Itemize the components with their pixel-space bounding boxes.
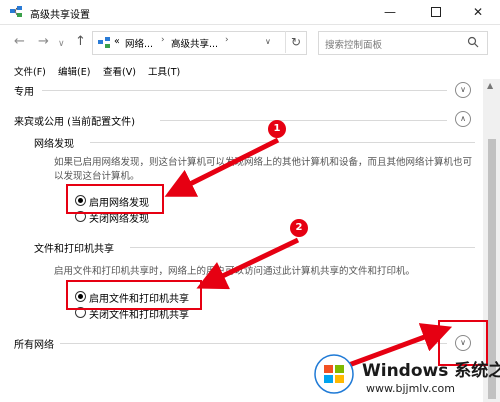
close-button[interactable]: ✕ <box>462 0 494 24</box>
menu-file[interactable]: 文件(F) <box>14 64 46 78</box>
section-private-label[interactable]: 专用 <box>14 83 34 98</box>
network-location-icon <box>98 37 110 48</box>
watermark-brand: Windows 系统之家 <box>362 361 500 381</box>
network-discovery-heading: 网络发现 <box>34 139 74 150</box>
menu-tools[interactable]: 工具(T) <box>148 64 180 78</box>
search-icon <box>467 36 479 48</box>
window-title: 高级共享设置 <box>30 10 90 21</box>
minimize-button[interactable]: — <box>374 0 406 24</box>
divider <box>60 343 447 344</box>
windows-logo-icon <box>314 354 354 394</box>
file-printer-sharing-description: 启用文件和打印机共享时，网络上的用户可以访问通过此计算机共享的文件和打印机。 <box>54 266 416 277</box>
breadcrumb-prefix[interactable]: « <box>114 36 120 47</box>
watermark: Windows 系统之家 www.bjjmlv.com <box>300 350 500 402</box>
highlight-box-network-discovery <box>66 184 164 214</box>
maximize-button[interactable] <box>420 0 452 24</box>
step-badge-2: 2 <box>290 219 308 237</box>
menu-edit[interactable]: 编辑(E) <box>58 64 90 78</box>
maximize-icon <box>431 7 441 17</box>
recent-dropdown-icon[interactable]: ∨ <box>58 36 65 52</box>
title-bar: 高级共享设置 — ✕ <box>0 0 500 25</box>
address-bar[interactable]: « 网络... › 高级共享... › ∨ <box>92 31 307 55</box>
refresh-button[interactable]: ↻ <box>285 31 306 53</box>
up-arrow-icon[interactable]: ↑ <box>75 34 86 50</box>
forward-arrow-icon[interactable]: → <box>38 34 49 50</box>
breadcrumb-separator-icon[interactable]: › <box>225 35 229 45</box>
divider <box>160 120 447 121</box>
back-arrow-icon[interactable]: ← <box>14 34 25 50</box>
expand-private-chevron-icon[interactable]: ∨ <box>455 82 471 98</box>
divider <box>42 90 447 91</box>
navigation-bar: ← → ∨ ↑ « 网络... › 高级共享... › ∨ ↻ 搜索控制面板 <box>0 25 500 61</box>
collapse-guest-chevron-icon[interactable]: ∧ <box>455 111 471 127</box>
address-dropdown-icon[interactable]: ∨ <box>265 37 271 46</box>
scroll-up-arrow-icon[interactable]: ▲ <box>487 81 493 90</box>
divider <box>130 247 475 248</box>
network-app-icon <box>10 6 22 17</box>
divider <box>90 142 475 143</box>
step-badge-1: 1 <box>268 120 286 138</box>
breadcrumb-advanced-sharing[interactable]: 高级共享... <box>171 36 218 50</box>
menu-view[interactable]: 查看(V) <box>103 64 136 78</box>
breadcrumb-network[interactable]: 网络... <box>125 36 153 50</box>
watermark-url: www.bjjmlv.com <box>366 382 455 395</box>
network-discovery-description: 如果已启用网络发现，则这台计算机可以发现网络上的其他计算机和设备，而且其他网络计… <box>54 157 473 182</box>
section-all-networks-label[interactable]: 所有网络 <box>14 336 54 351</box>
breadcrumb-separator-icon[interactable]: › <box>161 35 165 45</box>
file-printer-sharing-heading: 文件和打印机共享 <box>34 244 114 255</box>
highlight-box-file-sharing <box>66 280 202 310</box>
search-box[interactable]: 搜索控制面板 <box>318 31 488 55</box>
section-guest-label[interactable]: 来宾或公用 (当前配置文件) <box>14 113 135 128</box>
search-input[interactable]: 搜索控制面板 <box>325 37 382 51</box>
menu-bar: 文件(F) 编辑(E) 查看(V) 工具(T) <box>0 61 500 79</box>
